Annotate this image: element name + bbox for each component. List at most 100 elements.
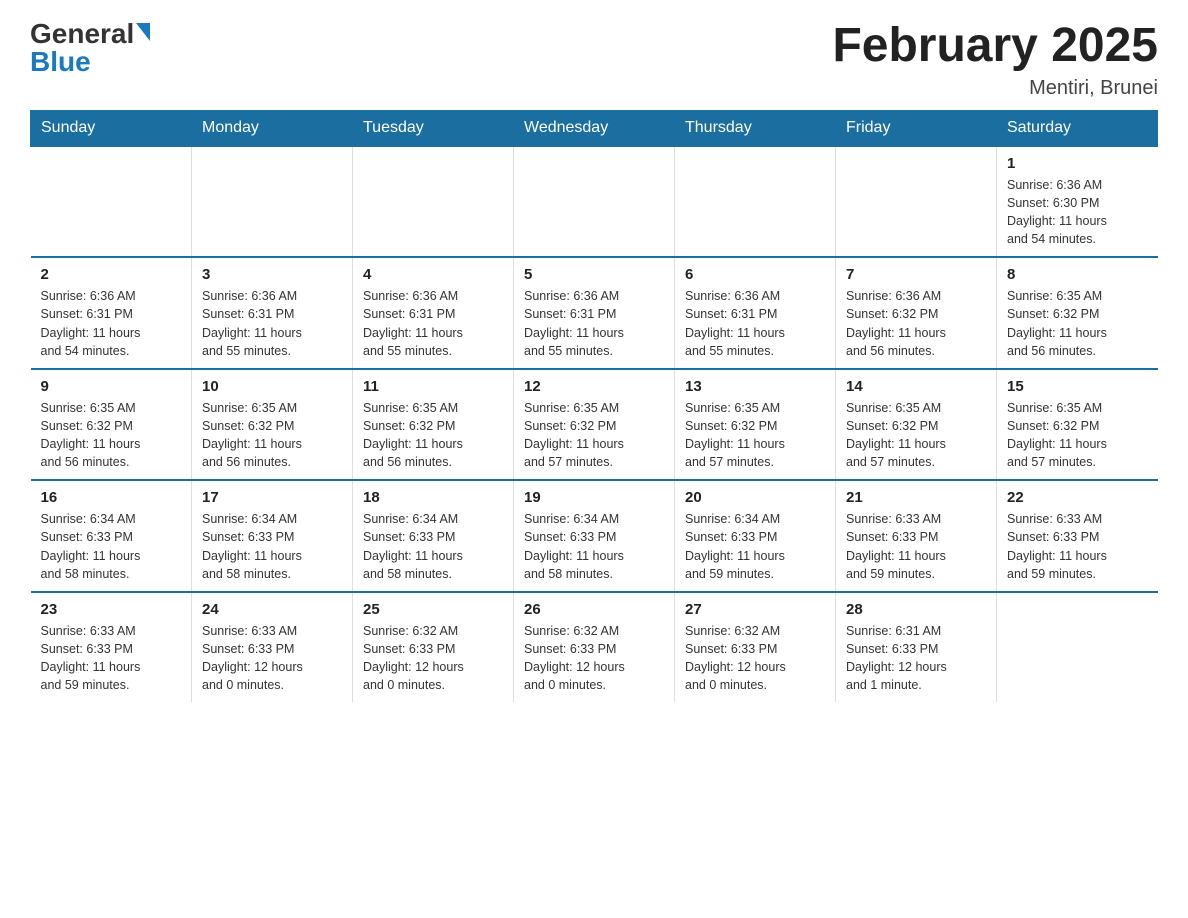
calendar-day-cell: 13 Sunrise: 6:35 AM Sunset: 6:32 PM Dayli…	[675, 369, 836, 481]
day-number: 24	[202, 601, 342, 618]
calendar-day-cell: 10 Sunrise: 6:35 AM Sunset: 6:32 PM Dayli…	[192, 369, 353, 481]
day-of-week-header: Tuesday	[353, 110, 514, 146]
calendar-day-cell: 17 Sunrise: 6:34 AM Sunset: 6:33 PM Dayli…	[192, 480, 353, 592]
day-number: 22	[1007, 489, 1148, 506]
day-of-week-header: Monday	[192, 110, 353, 146]
day-number: 17	[202, 489, 342, 506]
day-info: Sunrise: 6:35 AM Sunset: 6:32 PM Dayligh…	[202, 399, 342, 472]
logo-general-text: General	[30, 20, 134, 48]
logo-blue-text: Blue	[30, 48, 91, 76]
calendar-day-cell: 11Sunrise: 6:35 AM Sunset: 6:32 PM Dayli…	[353, 369, 514, 481]
day-number: 12	[524, 378, 664, 395]
day-info: Sunrise: 6:34 AM Sunset: 6:33 PM Dayligh…	[363, 510, 503, 583]
calendar-week-row: 1Sunrise: 6:36 AM Sunset: 6:30 PM Daylig…	[31, 146, 1158, 258]
calendar-week-row: 9 Sunrise: 6:35 AM Sunset: 6:32 PM Daylig…	[31, 369, 1158, 481]
day-number: 14	[846, 378, 986, 395]
calendar-day-cell: 3 Sunrise: 6:36 AM Sunset: 6:31 PM Daylig…	[192, 257, 353, 369]
calendar-day-cell: 2 Sunrise: 6:36 AM Sunset: 6:31 PM Daylig…	[31, 257, 192, 369]
day-number: 2	[41, 266, 182, 283]
calendar-day-cell: 20 Sunrise: 6:34 AM Sunset: 6:33 PM Dayli…	[675, 480, 836, 592]
day-info: Sunrise: 6:32 AM Sunset: 6:33 PM Dayligh…	[363, 622, 503, 695]
calendar-day-cell: 22 Sunrise: 6:33 AM Sunset: 6:33 PM Dayli…	[997, 480, 1158, 592]
calendar-day-cell: 26 Sunrise: 6:32 AM Sunset: 6:33 PM Dayli…	[514, 592, 675, 703]
calendar-title: February 2025	[832, 20, 1158, 73]
page-header: General Blue February 2025 Mentiri, Brun…	[30, 20, 1158, 100]
calendar-day-cell	[353, 146, 514, 258]
day-number: 26	[524, 601, 664, 618]
day-info: Sunrise: 6:36 AM Sunset: 6:31 PM Dayligh…	[363, 287, 503, 360]
day-info: Sunrise: 6:33 AM Sunset: 6:33 PM Dayligh…	[41, 622, 182, 695]
day-of-week-header: Saturday	[997, 110, 1158, 146]
day-info: Sunrise: 6:35 AM Sunset: 6:32 PM Dayligh…	[41, 399, 182, 472]
day-info: Sunrise: 6:34 AM Sunset: 6:33 PM Dayligh…	[41, 510, 182, 583]
day-number: 20	[685, 489, 825, 506]
calendar-day-cell: 28Sunrise: 6:31 AM Sunset: 6:33 PM Dayli…	[836, 592, 997, 703]
day-number: 28	[846, 601, 986, 618]
calendar-day-cell: 16Sunrise: 6:34 AM Sunset: 6:33 PM Dayli…	[31, 480, 192, 592]
day-info: Sunrise: 6:33 AM Sunset: 6:33 PM Dayligh…	[846, 510, 986, 583]
day-info: Sunrise: 6:35 AM Sunset: 6:32 PM Dayligh…	[524, 399, 664, 472]
day-number: 23	[41, 601, 182, 618]
calendar-day-cell: 24 Sunrise: 6:33 AM Sunset: 6:33 PM Dayli…	[192, 592, 353, 703]
logo-arrow-icon	[136, 23, 150, 41]
day-info: Sunrise: 6:34 AM Sunset: 6:33 PM Dayligh…	[685, 510, 825, 583]
calendar-day-cell: 4Sunrise: 6:36 AM Sunset: 6:31 PM Daylig…	[353, 257, 514, 369]
calendar-day-cell: 27 Sunrise: 6:32 AM Sunset: 6:33 PM Dayli…	[675, 592, 836, 703]
day-info: Sunrise: 6:35 AM Sunset: 6:32 PM Dayligh…	[846, 399, 986, 472]
calendar-day-cell: 8 Sunrise: 6:35 AM Sunset: 6:32 PM Daylig…	[997, 257, 1158, 369]
calendar-day-cell: 1Sunrise: 6:36 AM Sunset: 6:30 PM Daylig…	[997, 146, 1158, 258]
calendar-day-cell: 6 Sunrise: 6:36 AM Sunset: 6:31 PM Daylig…	[675, 257, 836, 369]
calendar-day-cell: 7Sunrise: 6:36 AM Sunset: 6:32 PM Daylig…	[836, 257, 997, 369]
day-number: 25	[363, 601, 503, 618]
calendar-day-cell: 21Sunrise: 6:33 AM Sunset: 6:33 PM Dayli…	[836, 480, 997, 592]
calendar-day-cell: 23 Sunrise: 6:33 AM Sunset: 6:33 PM Dayli…	[31, 592, 192, 703]
day-info: Sunrise: 6:36 AM Sunset: 6:31 PM Dayligh…	[685, 287, 825, 360]
day-number: 19	[524, 489, 664, 506]
day-info: Sunrise: 6:36 AM Sunset: 6:31 PM Dayligh…	[202, 287, 342, 360]
title-section: February 2025 Mentiri, Brunei	[832, 20, 1158, 100]
day-info: Sunrise: 6:35 AM Sunset: 6:32 PM Dayligh…	[685, 399, 825, 472]
calendar-day-cell: 5 Sunrise: 6:36 AM Sunset: 6:31 PM Daylig…	[514, 257, 675, 369]
day-of-week-header: Thursday	[675, 110, 836, 146]
day-info: Sunrise: 6:36 AM Sunset: 6:31 PM Dayligh…	[524, 287, 664, 360]
day-number: 8	[1007, 266, 1148, 283]
day-info: Sunrise: 6:36 AM Sunset: 6:31 PM Dayligh…	[41, 287, 182, 360]
logo: General Blue	[30, 20, 150, 76]
calendar-day-cell: 14 Sunrise: 6:35 AM Sunset: 6:32 PM Dayli…	[836, 369, 997, 481]
day-number: 10	[202, 378, 342, 395]
calendar-day-cell	[836, 146, 997, 258]
header-row: SundayMondayTuesdayWednesdayThursdayFrid…	[31, 110, 1158, 146]
calendar-day-cell	[192, 146, 353, 258]
day-of-week-header: Sunday	[31, 110, 192, 146]
day-number: 18	[363, 489, 503, 506]
day-info: Sunrise: 6:36 AM Sunset: 6:30 PM Dayligh…	[1007, 176, 1148, 249]
calendar-day-cell: 9 Sunrise: 6:35 AM Sunset: 6:32 PM Daylig…	[31, 369, 192, 481]
day-number: 13	[685, 378, 825, 395]
calendar-day-cell: 12 Sunrise: 6:35 AM Sunset: 6:32 PM Dayli…	[514, 369, 675, 481]
day-number: 5	[524, 266, 664, 283]
calendar-day-cell: 15Sunrise: 6:35 AM Sunset: 6:32 PM Dayli…	[997, 369, 1158, 481]
day-number: 15	[1007, 378, 1148, 395]
day-of-week-header: Wednesday	[514, 110, 675, 146]
day-info: Sunrise: 6:33 AM Sunset: 6:33 PM Dayligh…	[1007, 510, 1148, 583]
day-info: Sunrise: 6:33 AM Sunset: 6:33 PM Dayligh…	[202, 622, 342, 695]
day-number: 6	[685, 266, 825, 283]
day-info: Sunrise: 6:34 AM Sunset: 6:33 PM Dayligh…	[524, 510, 664, 583]
day-number: 9	[41, 378, 182, 395]
calendar-day-cell	[31, 146, 192, 258]
day-info: Sunrise: 6:34 AM Sunset: 6:33 PM Dayligh…	[202, 510, 342, 583]
day-info: Sunrise: 6:32 AM Sunset: 6:33 PM Dayligh…	[524, 622, 664, 695]
calendar-table: SundayMondayTuesdayWednesdayThursdayFrid…	[30, 110, 1158, 703]
day-number: 7	[846, 266, 986, 283]
calendar-week-row: 23 Sunrise: 6:33 AM Sunset: 6:33 PM Dayli…	[31, 592, 1158, 703]
calendar-day-cell	[514, 146, 675, 258]
calendar-week-row: 2 Sunrise: 6:36 AM Sunset: 6:31 PM Daylig…	[31, 257, 1158, 369]
day-info: Sunrise: 6:32 AM Sunset: 6:33 PM Dayligh…	[685, 622, 825, 695]
day-info: Sunrise: 6:35 AM Sunset: 6:32 PM Dayligh…	[1007, 287, 1148, 360]
calendar-day-cell: 18 Sunrise: 6:34 AM Sunset: 6:33 PM Dayli…	[353, 480, 514, 592]
day-of-week-header: Friday	[836, 110, 997, 146]
day-info: Sunrise: 6:35 AM Sunset: 6:32 PM Dayligh…	[363, 399, 503, 472]
day-number: 27	[685, 601, 825, 618]
calendar-day-cell: 19 Sunrise: 6:34 AM Sunset: 6:33 PM Dayli…	[514, 480, 675, 592]
day-number: 3	[202, 266, 342, 283]
